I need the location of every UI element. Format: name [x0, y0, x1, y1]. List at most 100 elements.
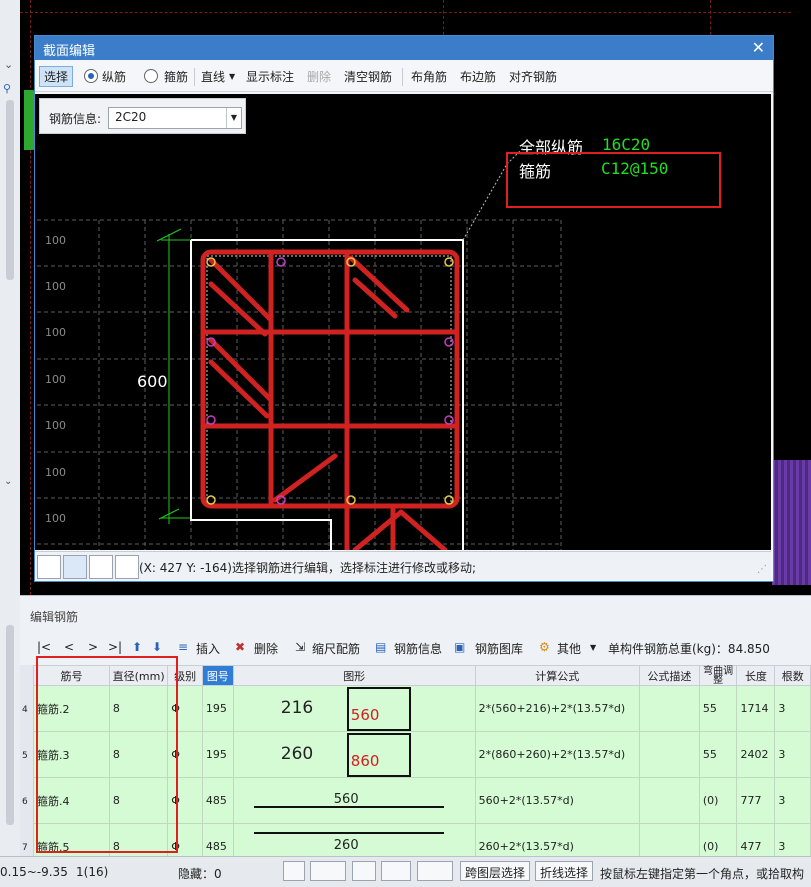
column-header[interactable]: 长度 [736, 665, 776, 686]
section-toolbar: 选择 纵筋 箍筋 直线 ▼ 显示标注 删除 清空钢筋 布角筋 布边筋 对齐钢筋 [35, 63, 773, 92]
cell-length[interactable]: 2402 [736, 731, 776, 778]
grid-label: 100 [45, 326, 66, 339]
cross-layer-select-button[interactable]: 跨图层选择 [460, 861, 531, 881]
insert-button[interactable]: 插入 [196, 640, 220, 657]
snap-icon[interactable] [115, 555, 139, 579]
library-icon[interactable]: ▣ [454, 640, 465, 654]
cell-formula[interactable]: 2*(860+260)+2*(13.57*d) [474, 731, 640, 778]
cell-shape[interactable]: 216 560 [232, 685, 476, 732]
cell-bend[interactable]: (0) [698, 823, 738, 856]
clear-rebar-button[interactable]: 清空钢筋 [344, 68, 392, 85]
elevation-range: 0.15~-9.35 [0, 865, 68, 879]
polyline-select-button[interactable]: 折线选择 [535, 861, 594, 881]
cell-count[interactable]: 3 [774, 823, 811, 856]
chevron-down-icon[interactable]: ▼ [226, 108, 241, 128]
resize-grip-icon[interactable]: ⋰ [757, 564, 767, 575]
edit-rebar-toolbar: |< < > >| ⬆ ⬇ ≡ 插入 ✖ 删除 ⇲ 缩尺配筋 ▤ 钢筋信息 ▣ … [20, 634, 811, 658]
column-header[interactable]: 图号 [201, 665, 234, 686]
rebar-info-button[interactable]: 钢筋信息 [394, 640, 442, 657]
delete-button[interactable]: 删除 [307, 68, 331, 85]
cell-desc[interactable] [638, 731, 700, 778]
cell-formula[interactable]: 2*(560+216)+2*(13.57*d) [474, 685, 640, 732]
cell-figure[interactable]: 485 [201, 823, 234, 856]
grid-label: 100 [45, 466, 66, 479]
snap-dropdown-icon[interactable] [310, 861, 346, 881]
shape-dim-a: 260 [333, 838, 359, 853]
dimension-label[interactable]: 600 [137, 372, 168, 391]
prev-record-icon[interactable]: < [64, 640, 74, 654]
first-record-icon[interactable]: |< [37, 640, 51, 654]
column-header[interactable]: 根数 [774, 665, 811, 686]
select-button[interactable]: 选择 [39, 66, 74, 87]
cell-shape[interactable]: 560 [232, 777, 476, 824]
cell-bend[interactable]: (0) [698, 777, 738, 824]
edge-rebar-button[interactable]: 布边筋 [460, 68, 496, 85]
close-icon[interactable]: ✕ [752, 38, 765, 57]
cell-desc[interactable] [638, 823, 700, 856]
insert-icon[interactable]: ≡ [178, 640, 188, 654]
cross-icon[interactable] [352, 861, 376, 881]
stirrup-label[interactable]: 箍筋 [164, 68, 188, 85]
delete-icon[interactable]: ✖ [235, 640, 245, 654]
longitudinal-radio[interactable] [84, 69, 98, 83]
delete-button[interactable]: 删除 [254, 640, 278, 657]
column-header[interactable]: 图形 [232, 665, 476, 686]
rebar-library-button[interactable]: 钢筋图库 [475, 640, 523, 657]
cell-figure[interactable]: 485 [201, 777, 234, 824]
column-header[interactable]: 公式描述 [638, 665, 700, 686]
scrollbar[interactable] [6, 625, 14, 825]
chevron-down-icon[interactable]: ⌄ [4, 476, 12, 487]
scale-icon[interactable]: ⇲ [295, 640, 305, 654]
document-icon[interactable]: ▤ [375, 640, 386, 654]
section-canvas[interactable]: 100 100 100 100 100 100 100 600 全部纵筋 16C… [35, 94, 771, 550]
cell-shape[interactable]: 260 860 [232, 731, 476, 778]
dialog-title: 截面编辑 [43, 44, 96, 59]
axis-line [443, 0, 444, 40]
show-annotation-button[interactable]: 显示标注 [246, 68, 294, 85]
cell-count[interactable]: 3 [774, 777, 811, 824]
search-icon[interactable]: ⚲ [3, 82, 11, 95]
cell-figure[interactable]: 195 [201, 685, 234, 732]
orthogonal-icon[interactable] [37, 555, 61, 579]
dynamic-input-icon[interactable] [417, 861, 453, 881]
other-icon[interactable]: ⚙ [539, 640, 550, 654]
section-edit-dialog: 截面编辑 ✕ 选择 纵筋 箍筋 直线 ▼ 显示标注 删除 清空钢筋 布角筋 布边… [34, 35, 774, 582]
line-dropdown[interactable]: 直线 [201, 68, 225, 85]
cell-formula[interactable]: 560+2*(13.57*d) [474, 777, 640, 824]
angle-icon[interactable] [381, 861, 411, 881]
cell-length[interactable]: 477 [736, 823, 776, 856]
cell-shape[interactable]: 260 [232, 823, 476, 856]
rebar-info-value: 2C20 [115, 110, 147, 124]
cell-length[interactable]: 1714 [736, 685, 776, 732]
align-rebar-button[interactable]: 对齐钢筋 [509, 68, 557, 85]
chevron-down-icon[interactable]: ▼ [590, 643, 596, 652]
cell-bend[interactable]: 55 [698, 685, 738, 732]
perpendicular-icon[interactable] [89, 555, 113, 579]
scale-rebar-button[interactable]: 缩尺配筋 [312, 640, 360, 657]
scrollbar[interactable] [6, 100, 14, 280]
move-down-icon[interactable]: ⬇ [152, 640, 162, 654]
orthogonal-icon[interactable] [283, 861, 305, 881]
dialog-titlebar[interactable]: 截面编辑 ✕ [35, 36, 773, 60]
cell-desc[interactable] [638, 777, 700, 824]
move-up-icon[interactable]: ⬆ [132, 640, 142, 654]
cell-formula[interactable]: 260+2*(13.57*d) [474, 823, 640, 856]
chevron-down-icon[interactable]: ⌄ [4, 58, 13, 71]
polar-icon[interactable] [63, 555, 87, 579]
column-header[interactable]: 计算公式 [474, 665, 640, 686]
cell-bend[interactable]: 55 [698, 731, 738, 778]
cell-figure[interactable]: 195 [201, 731, 234, 778]
corner-rebar-button[interactable]: 布角筋 [411, 68, 447, 85]
last-record-icon[interactable]: >| [108, 640, 122, 654]
longitudinal-label[interactable]: 纵筋 [102, 68, 126, 85]
cell-count[interactable]: 3 [774, 731, 811, 778]
next-record-icon[interactable]: > [88, 640, 98, 654]
column-header[interactable]: 弯曲调整 [698, 665, 738, 686]
rebar-info-select[interactable]: 2C20 ▼ [108, 107, 242, 129]
other-dropdown[interactable]: 其他 [557, 640, 581, 657]
chevron-down-icon[interactable]: ▼ [229, 72, 235, 81]
cell-desc[interactable] [638, 685, 700, 732]
cell-length[interactable]: 777 [736, 777, 776, 824]
cell-count[interactable]: 3 [774, 685, 811, 732]
stirrup-radio[interactable] [144, 69, 158, 83]
